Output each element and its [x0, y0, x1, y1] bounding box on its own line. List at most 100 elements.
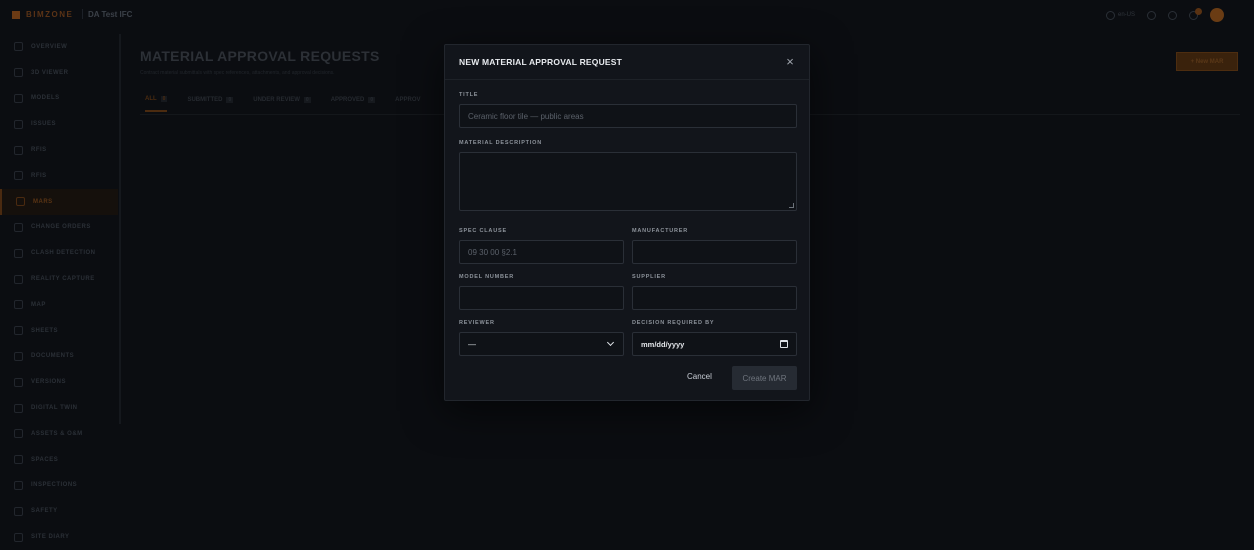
- language-selector[interactable]: en-US: [1105, 10, 1135, 20]
- sidebar-item-overview[interactable]: OVERVIEW: [0, 34, 118, 60]
- sidebar-item-inspections[interactable]: INSPECTIONS: [0, 473, 118, 499]
- manufacturer-label: MANUFACTURER: [632, 228, 689, 234]
- wrench-icon: [14, 429, 23, 439]
- sidebar-item-label: 3D VIEWER: [31, 69, 69, 76]
- sidebar-item-map[interactable]: MAP: [0, 292, 118, 318]
- manufacturer-input[interactable]: [632, 240, 797, 264]
- tab-count-badge: 0: [160, 96, 168, 102]
- tab-label: APPROVED: [330, 97, 365, 103]
- sidebar-item-label: ISSUES: [31, 121, 57, 128]
- supplier-input[interactable]: [632, 286, 797, 310]
- layout-icon: [14, 455, 23, 465]
- description-label: MATERIAL DESCRIPTION: [459, 140, 543, 146]
- tab-count-badge: 0: [368, 97, 376, 103]
- create-mar-button[interactable]: Create MAR: [732, 366, 797, 390]
- camera-icon: [14, 274, 23, 284]
- map-icon: [14, 300, 23, 310]
- sidebar-item-spaces[interactable]: SPACES: [0, 447, 118, 473]
- help-icon[interactable]: [1168, 10, 1177, 20]
- sidebar-item-label: SITE DIARY: [31, 534, 70, 541]
- status-tabs: ALL 0 SUBMITTED 0 UNDER REVIEW 0 APPROVED 0 APPR…: [145, 96, 421, 112]
- book-icon: [14, 532, 23, 542]
- chat-icon: [14, 145, 23, 155]
- reviewer-label: REVIEWER: [459, 320, 495, 326]
- sidebar-item-documents[interactable]: DOCUMENTS: [0, 344, 118, 370]
- branch-icon: [14, 377, 23, 387]
- sidebar-item-mars[interactable]: MARS: [0, 188, 118, 215]
- sidebar-item-rfis[interactable]: RFIS: [0, 137, 118, 163]
- search-icon[interactable]: [1147, 10, 1156, 20]
- clipboard-icon: [14, 480, 23, 490]
- swap-icon: [14, 222, 23, 232]
- app-logo[interactable]: BIMZONE: [12, 10, 73, 19]
- tab-under-review[interactable]: UNDER REVIEW 0: [253, 96, 311, 112]
- notification-badge: [1195, 7, 1202, 15]
- new-mar-button[interactable]: + New MAR: [1176, 52, 1238, 71]
- description-textarea[interactable]: [459, 152, 797, 211]
- sidebar-item-safety[interactable]: SAFETY: [0, 498, 118, 524]
- modal-title: NEW MATERIAL APPROVAL REQUEST: [459, 57, 623, 67]
- date-placeholder: mm/dd/yyyy: [641, 339, 685, 349]
- target-icon: [14, 248, 23, 258]
- project-name[interactable]: DA Test IFC: [88, 10, 132, 19]
- globe-icon: [1105, 10, 1115, 20]
- sidebar-item-versions[interactable]: VERSIONS: [0, 369, 118, 395]
- sidebar-item-digital-twin[interactable]: DIGITAL TWIN: [0, 395, 118, 421]
- sidebar-item-models[interactable]: MODELS: [0, 86, 118, 112]
- sidebar-item-label: OVERVIEW: [31, 43, 68, 50]
- sidebar-item-label: VERSIONS: [31, 379, 67, 386]
- submittal-icon: [14, 171, 23, 181]
- sidebar-item-issues[interactable]: ISSUES: [0, 111, 118, 137]
- page-subtitle: Contract material submittals with spec r…: [140, 70, 335, 76]
- tab-approved[interactable]: APPROVED 0: [330, 96, 376, 112]
- sidebar-item-rfis[interactable]: RFIS: [0, 163, 118, 189]
- sidebar-item-label: CLASH DETECTION: [31, 250, 96, 257]
- sidebar-item-label: SHEETS: [31, 327, 59, 334]
- sidebar-item-clash-detection[interactable]: CLASH DETECTION: [0, 240, 118, 266]
- sidebar-item-label: RFIS: [31, 147, 47, 154]
- title-label: TITLE: [459, 92, 479, 98]
- building-icon: [14, 93, 23, 103]
- close-icon[interactable]: ×: [784, 55, 796, 68]
- decision-date-label: DECISION REQUIRED BY: [632, 320, 715, 326]
- top-bar: BIMZONE DA Test IFC en-US: [0, 0, 1254, 30]
- spec-clause-input[interactable]: [459, 240, 624, 264]
- tab-submitted[interactable]: SUBMITTED 0: [187, 96, 234, 112]
- sidebar-item-sheets[interactable]: SHEETS: [0, 318, 118, 344]
- pencil-icon: [14, 326, 23, 336]
- sidebar-item-site-diary[interactable]: SITE DIARY: [0, 524, 118, 550]
- model-number-input[interactable]: [459, 286, 624, 310]
- wave-icon: [14, 403, 23, 413]
- tab-all[interactable]: ALL 0: [145, 96, 168, 112]
- sidebar-item-assets-o-m[interactable]: ASSETS & O&M: [0, 421, 118, 447]
- warning-icon: [14, 119, 23, 129]
- tab-count-badge: 0: [226, 97, 234, 103]
- top-right-actions: en-US: [1105, 7, 1224, 22]
- supplier-label: SUPPLIER: [632, 274, 666, 280]
- resize-handle-icon[interactable]: [789, 203, 794, 208]
- sidebar-item-change-orders[interactable]: CHANGE ORDERS: [0, 215, 118, 241]
- title-input[interactable]: [459, 104, 797, 128]
- calendar-icon[interactable]: [780, 340, 788, 348]
- avatar[interactable]: [1210, 8, 1224, 22]
- spec-clause-label: SPEC CLAUSE: [459, 228, 507, 234]
- reviewer-selected-value: —: [468, 339, 476, 349]
- sidebar-item-label: SPACES: [31, 456, 59, 463]
- sidebar-item-label: MODELS: [31, 95, 60, 102]
- decision-date-input[interactable]: mm/dd/yyyy: [632, 332, 797, 356]
- reviewer-select[interactable]: —: [459, 332, 624, 356]
- sidebar-item-label: MAP: [31, 301, 46, 308]
- logo-text: BIMZONE: [26, 10, 74, 19]
- tab-approv[interactable]: APPROV: [395, 96, 420, 112]
- sidebar-item-label: INSPECTIONS: [31, 482, 78, 489]
- sidebar-divider: [119, 34, 121, 424]
- modal-header: NEW MATERIAL APPROVAL REQUEST ×: [445, 45, 809, 80]
- project-divider: [82, 9, 83, 19]
- document-icon: [16, 197, 25, 207]
- tab-label: UNDER REVIEW: [253, 97, 300, 103]
- cancel-button[interactable]: Cancel: [687, 372, 712, 381]
- logo-mark-icon: [12, 10, 20, 19]
- bell-icon[interactable]: [1189, 7, 1202, 20]
- sidebar-item-reality-capture[interactable]: REALITY CAPTURE: [0, 266, 118, 292]
- sidebar-item-3d-viewer[interactable]: 3D VIEWER: [0, 60, 118, 86]
